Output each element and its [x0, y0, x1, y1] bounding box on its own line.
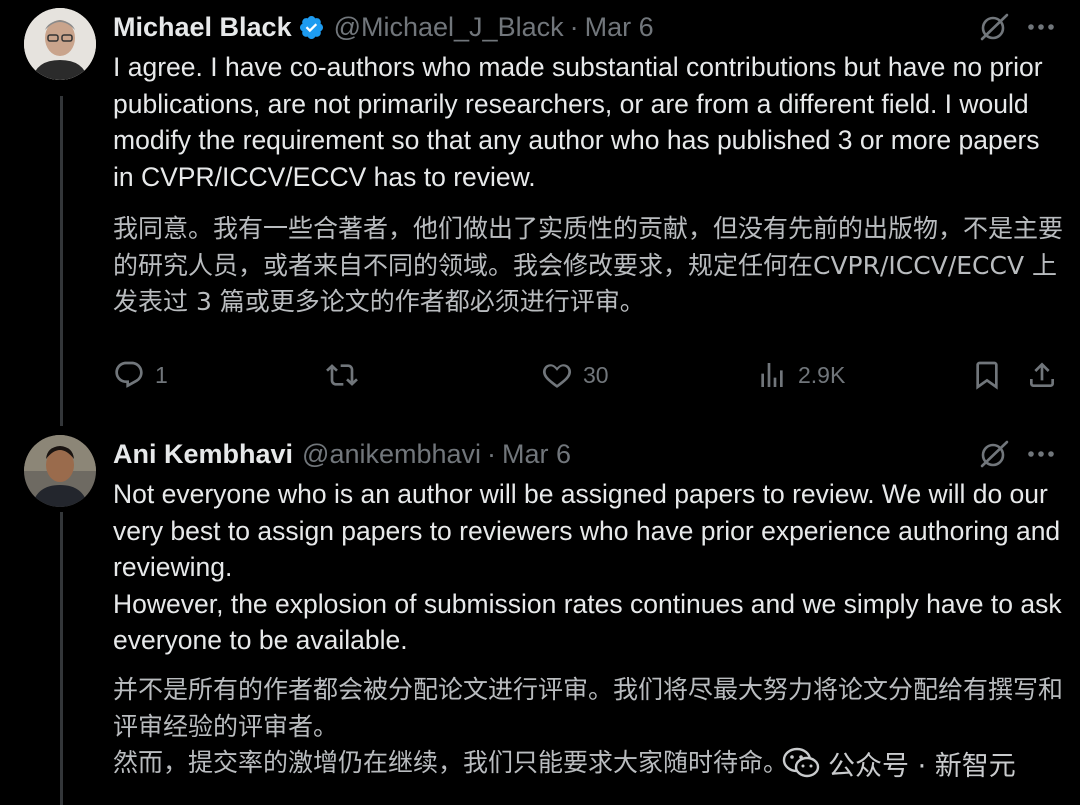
tweet-text-english: Not everyone who is an author will be as… — [113, 479, 1062, 655]
more-icon[interactable] — [1024, 437, 1058, 471]
grok-icon[interactable] — [978, 438, 1010, 470]
separator-dot: · — [487, 438, 497, 469]
avatar[interactable] — [24, 435, 96, 507]
tweet-ani-kembhavi[interactable]: Ani Kembhavi @anikembhavi · Mar 6 Not ev… — [0, 0, 1080, 805]
author-name[interactable]: Ani Kembhavi — [113, 439, 293, 470]
watermark-text: 公众号 · 新智元 — [828, 750, 1016, 782]
tweet-date[interactable]: Mar 6 — [502, 439, 571, 470]
tweet-header: Ani Kembhavi @anikembhavi · Mar 6 — [113, 434, 571, 474]
wechat-logo-icon — [782, 747, 820, 778]
author-handle[interactable]: @anikembhavi — [302, 439, 481, 470]
watermark: 公众号 · 新智元 — [780, 742, 1016, 784]
